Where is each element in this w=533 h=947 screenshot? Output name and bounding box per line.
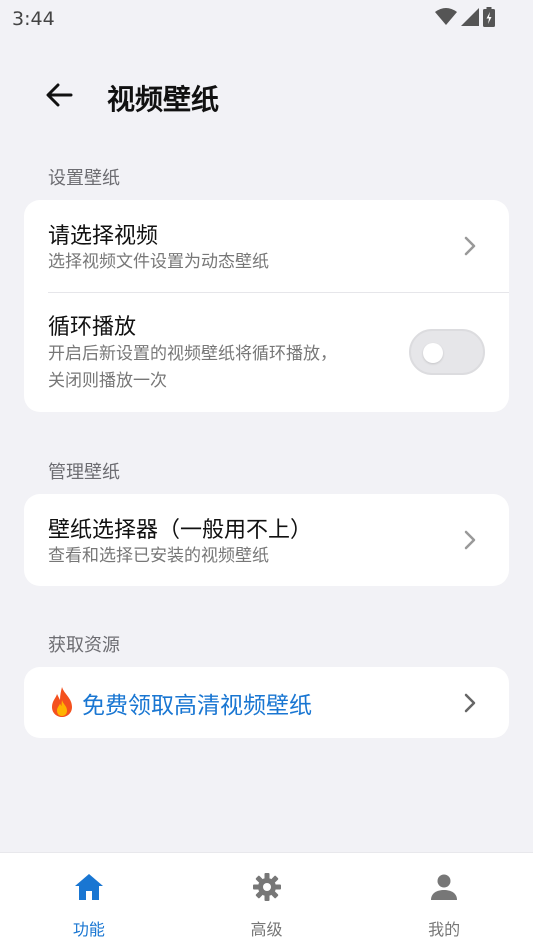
nav-item-profile[interactable]: 我的	[355, 853, 533, 947]
back-button[interactable]	[36, 72, 82, 118]
chevron-right-icon	[464, 236, 476, 256]
nav-item-features[interactable]: 功能	[0, 853, 178, 947]
choose-video-subtitle: 选择视频文件设置为动态壁纸	[48, 252, 269, 272]
loop-play-row[interactable]: 循环播放 开启后新设置的视频壁纸将循环播放， 关闭则播放一次	[24, 292, 509, 412]
nav-label-features: 功能	[72, 920, 105, 939]
loop-play-toggle[interactable]	[409, 329, 485, 375]
battery-icon	[483, 7, 495, 27]
choose-video-row[interactable]: 请选择视频 选择视频文件设置为动态壁纸	[24, 200, 509, 292]
arrow-left-icon	[46, 83, 73, 107]
section-header-resources: 获取资源	[48, 635, 120, 656]
chevron-right-icon	[464, 693, 476, 713]
loop-play-subtitle-line2: 关闭则播放一次	[48, 371, 167, 391]
promo-row[interactable]: 免费领取高清视频壁纸	[24, 667, 509, 738]
status-bar: 3:44	[0, 0, 533, 38]
app-bar: 视频壁纸	[0, 60, 533, 132]
manage-card: 壁纸选择器（一般用不上） 查看和选择已安装的视频壁纸	[24, 494, 509, 586]
wifi-icon	[435, 8, 457, 25]
wallpaper-picker-subtitle: 查看和选择已安装的视频壁纸	[48, 546, 269, 566]
section-header-manage: 管理壁纸	[48, 462, 120, 483]
status-time: 3:44	[12, 8, 55, 30]
loop-play-title: 循环播放	[48, 315, 137, 340]
chevron-right-icon	[464, 530, 476, 550]
settings-card: 请选择视频 选择视频文件设置为动态壁纸 循环播放 开启后新设置的视频壁纸将循环播…	[24, 200, 509, 412]
section-header-set: 设置壁纸	[48, 168, 120, 189]
person-icon	[431, 874, 458, 900]
nav-item-advanced[interactable]: 高级	[178, 853, 356, 947]
status-icons	[435, 7, 495, 27]
fire-icon	[52, 687, 72, 717]
toggle-knob	[423, 343, 443, 363]
page-title: 视频壁纸	[107, 83, 220, 116]
loop-play-subtitle: 开启后新设置的视频壁纸将循环播放， 关闭则播放一次	[48, 341, 337, 395]
home-icon	[74, 874, 103, 900]
gear-icon	[252, 873, 281, 901]
loop-play-subtitle-line1: 开启后新设置的视频壁纸将循环播放，	[48, 344, 337, 364]
resources-card: 免费领取高清视频壁纸	[24, 667, 509, 738]
wallpaper-picker-title: 壁纸选择器（一般用不上）	[48, 518, 313, 543]
nav-label-advanced: 高级	[250, 920, 283, 939]
screen: 3:44 视频壁纸 设置壁纸 请选择视频 选择视频文件设置为动态壁纸 循环播放 …	[0, 0, 533, 947]
bottom-nav: 功能 高级 我的	[0, 852, 533, 947]
wallpaper-picker-row[interactable]: 壁纸选择器（一般用不上） 查看和选择已安装的视频壁纸	[24, 494, 509, 586]
nav-label-profile: 我的	[428, 920, 461, 939]
promo-label: 免费领取高清视频壁纸	[82, 693, 312, 719]
signal-icon	[461, 8, 479, 26]
choose-video-title: 请选择视频	[48, 224, 159, 249]
